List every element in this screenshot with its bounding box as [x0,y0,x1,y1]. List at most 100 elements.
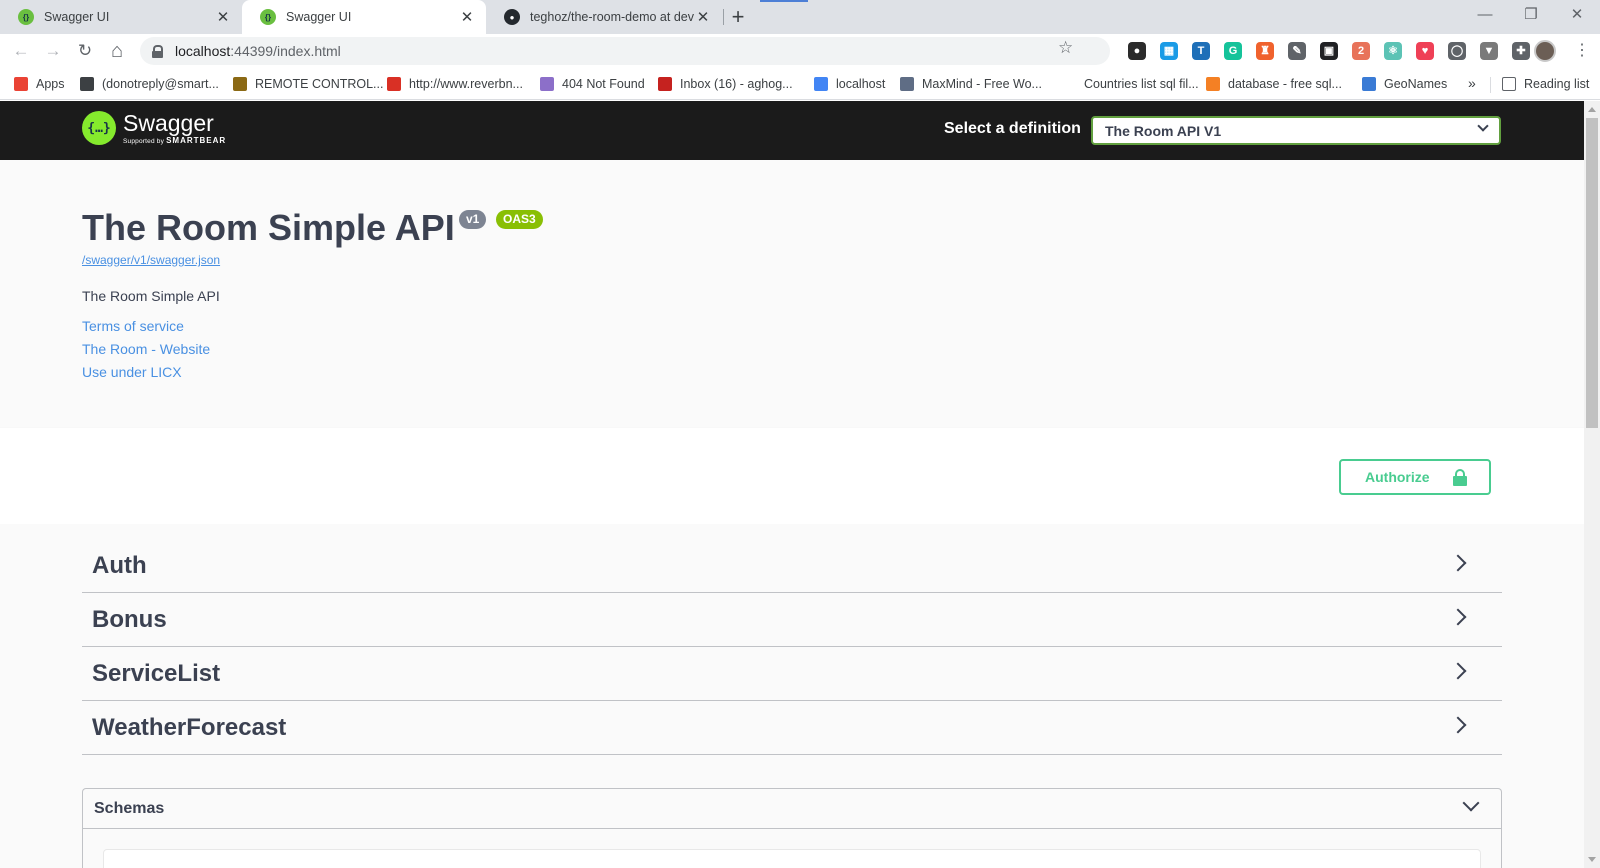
puzzle-extension-icon[interactable]: ✚ [1512,42,1530,60]
browser-tab[interactable]: {} Swagger UI ✕ [0,0,242,34]
forward-arrow-icon[interactable]: → [40,38,66,64]
bookmarks-overflow-icon[interactable]: » [1468,75,1476,91]
bookmark-favicon-icon [387,77,401,91]
definition-select[interactable]: The Room API V1 [1091,116,1501,145]
restore-button[interactable]: ❐ [1508,0,1554,30]
lock-icon[interactable] [152,44,163,58]
reading-list-button[interactable]: Reading list [1502,75,1589,93]
bookmark-favicon-icon [540,77,554,91]
chevron-right-icon [1449,716,1467,734]
oas-badge: OAS3 [496,210,543,229]
bookmark-label: (donotreply@smart... [102,77,219,91]
tag-section-weatherforecast[interactable]: WeatherForecast [82,700,1502,755]
bookmark-favicon-icon [658,77,672,91]
page-title: The Room Simple API [82,207,455,248]
swagger-favicon-icon: {} [260,9,276,25]
code-extension-icon[interactable]: ◯ [1448,42,1466,60]
chevron-down-icon [1477,120,1489,132]
react-extension-icon[interactable]: ⚛ [1384,42,1402,60]
tab-close-icon[interactable]: ✕ [214,8,232,26]
apps-bookmark[interactable]: Apps [14,75,65,93]
bookmark-item[interactable]: http://www.reverbn... [387,75,523,93]
dropper-extension-icon[interactable]: ✎ [1288,42,1306,60]
bookmark-label: MaxMind - Free Wo... [922,77,1042,91]
qr-extension-icon[interactable]: ▣ [1320,42,1338,60]
bookmark-item[interactable]: REMOTE CONTROL... [233,75,383,93]
bookmark-item[interactable]: Inbox (16) - aghog... [658,75,793,93]
page-scrollbar[interactable] [1584,101,1600,868]
tab-close-icon[interactable]: ✕ [694,8,712,26]
tag-section-bonus[interactable]: Bonus [82,592,1502,647]
bookmark-label: Apps [36,77,65,91]
tag-name: Bonus [92,606,167,633]
scrollbar-thumb[interactable] [1586,118,1598,428]
swagger-logo-icon: {…} [82,111,116,145]
new-tab-button[interactable]: + [724,3,752,31]
browser-tabstrip: {} Swagger UI ✕ {} Swagger UI ✕ ● teghoz… [0,0,1600,34]
authorize-button[interactable]: Authorize [1339,459,1491,495]
scroll-up-arrow-icon[interactable] [1588,107,1596,112]
chevron-right-icon [1449,608,1467,626]
bookmark-item[interactable]: MaxMind - Free Wo... [900,75,1042,93]
tag-name: ServiceList [92,660,221,687]
home-icon[interactable]: ⌂ [104,38,130,64]
schemas-header[interactable]: Schemas [83,789,1501,829]
bookmarks-divider [1490,77,1491,93]
bookmark-label: REMOTE CONTROL... [255,77,384,91]
tag-section-auth[interactable]: Auth [82,538,1502,593]
license-link[interactable]: Use under LICX [82,364,182,380]
page-viewport: {…} Swagger Supported by SMARTBEAR Selec… [0,101,1584,868]
address-bar[interactable]: localhost :44399/index.html [140,37,1110,65]
bookmark-item[interactable]: Countries list sql fil... [1062,75,1199,93]
close-window-button[interactable]: ✕ [1554,0,1600,30]
version-badge: v1 [459,210,487,229]
tab-title: teghoz/the-room-demo at devel [530,10,694,24]
lock-icon [1453,469,1467,486]
url-host: localhost [175,43,231,59]
tab-close-icon[interactable]: ✕ [458,8,476,26]
swagger-topbar: {…} Swagger Supported by SMARTBEAR Selec… [0,101,1584,160]
ghost-extension-icon[interactable]: ♜ [1256,42,1274,60]
authorize-label: Authorize [1365,469,1430,485]
translate-extension-icon[interactable]: T [1192,42,1210,60]
calendar-extension-icon[interactable]: ▦ [1160,42,1178,60]
menu-kebab-icon[interactable]: ⋮ [1574,40,1590,60]
bookmark-favicon-icon [1206,77,1220,91]
bookmark-item[interactable]: localhost [814,75,885,93]
bookmark-label: database - free sql... [1228,77,1342,91]
schema-model[interactable] [103,849,1481,868]
ninja-extension-icon[interactable]: ● [1128,42,1146,60]
terms-of-service-link[interactable]: Terms of service [82,318,184,334]
bookmark-label: 404 Not Found [562,77,645,91]
bookmark-item[interactable]: GeoNames [1362,75,1447,93]
logo-subtitle-brand: SMARTBEAR [166,136,227,145]
minimize-button[interactable]: — [1462,0,1508,30]
reading-list-icon [1502,77,1516,91]
swagger-logo[interactable]: {…} Swagger Supported by SMARTBEAR [82,111,226,145]
network-extension-icon[interactable]: 2 [1352,42,1370,60]
bookmark-item[interactable]: 404 Not Found [540,75,645,93]
browser-tab[interactable]: ● teghoz/the-room-demo at devel ✕ [486,0,722,34]
bookmark-favicon-icon [1062,77,1076,91]
spec-url-link[interactable]: /swagger/v1/swagger.json [82,253,220,267]
pocket-extension-icon[interactable]: ♥ [1416,42,1434,60]
bookmark-label: localhost [836,77,886,91]
scheme-container: Authorize [0,428,1584,524]
tag-section-servicelist[interactable]: ServiceList [82,646,1502,701]
website-link[interactable]: The Room - Website [82,341,210,357]
bookmark-star-icon[interactable]: ☆ [1058,38,1073,58]
browser-tab-active[interactable]: {} Swagger UI ✕ [242,0,486,34]
definition-selected-value: The Room API V1 [1105,122,1222,139]
vue-extension-icon[interactable]: ▼ [1480,42,1498,60]
api-info-section: The Room Simple API v1 OAS3 /swagger/v1/… [0,160,1584,428]
logo-subtitle-prefix: Supported by [123,138,167,145]
bookmark-item[interactable]: (donotreply@smart... [80,75,219,93]
reload-icon[interactable]: ↻ [72,38,98,64]
swagger-logo-text: Swagger Supported by SMARTBEAR [123,111,226,145]
bookmarks-bar: Apps (donotreply@smart... REMOTE CONTROL..… [0,68,1600,100]
grammarly-extension-icon[interactable]: G [1224,42,1242,60]
profile-avatar[interactable] [1534,40,1556,62]
bookmark-item[interactable]: database - free sql... [1206,75,1342,93]
scroll-down-arrow-icon[interactable] [1588,857,1596,862]
back-arrow-icon[interactable]: ← [8,38,34,64]
